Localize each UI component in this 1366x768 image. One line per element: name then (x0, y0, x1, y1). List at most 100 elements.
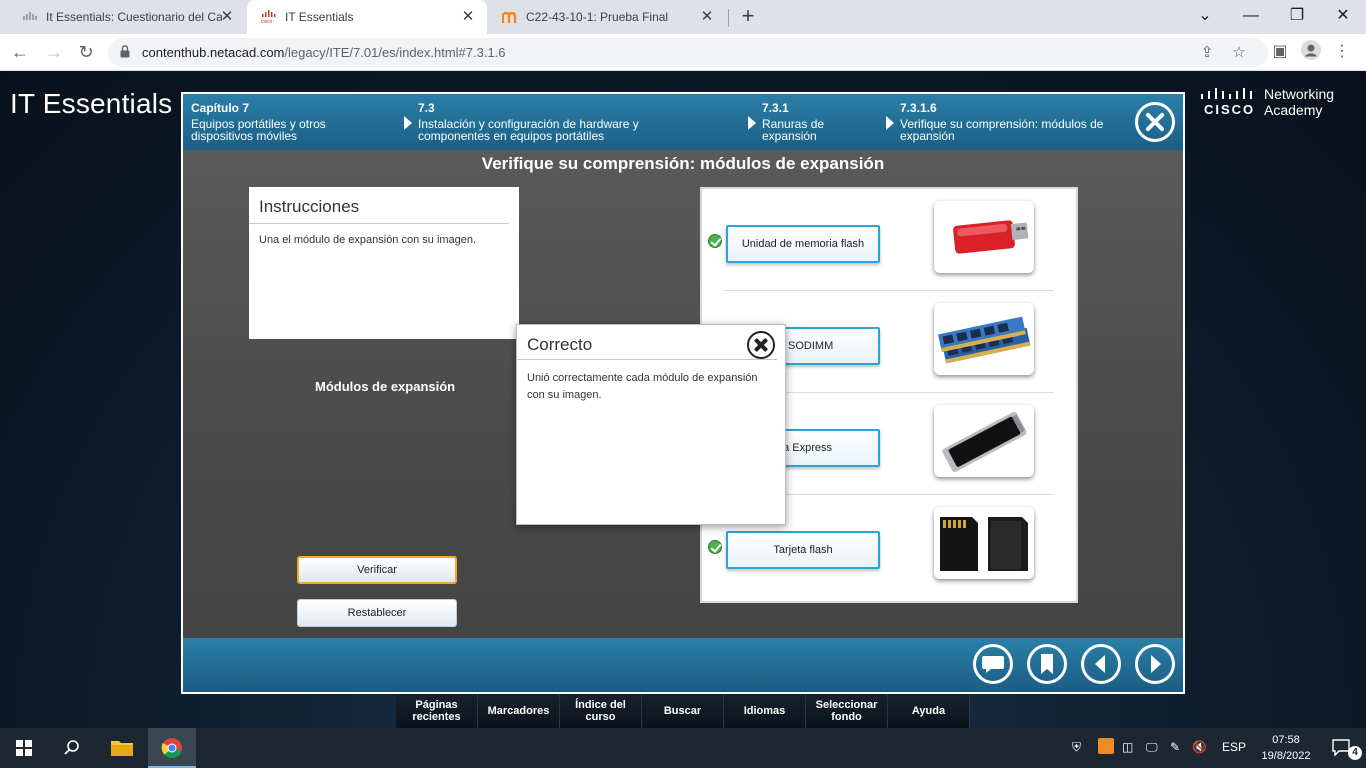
tab-prueba-final[interactable]: C22-43-10-1: Prueba Final ✕ (488, 0, 726, 34)
speech-bubble-icon (982, 656, 1004, 673)
nav-languages[interactable]: Idiomas (724, 694, 806, 728)
match-label[interactable]: Tarjeta flash (726, 531, 880, 569)
new-tab-button[interactable]: + (736, 5, 760, 29)
verify-button[interactable]: Verificar (297, 556, 457, 584)
close-icon[interactable]: ✕ (459, 8, 477, 26)
network-icon[interactable]: 🖵 (1146, 740, 1158, 755)
check-icon (708, 540, 722, 554)
file-explorer-button[interactable] (98, 728, 146, 768)
nav-bookmarks[interactable]: Marcadores (478, 694, 560, 728)
profile-avatar[interactable] (1299, 40, 1323, 64)
bookmark-star-icon[interactable]: ☆ (1228, 42, 1250, 64)
nav-help[interactable]: Ayuda (888, 694, 970, 728)
chrome-taskbar-button[interactable] (148, 728, 196, 768)
tab-search-icon[interactable]: ⌄ (1192, 5, 1218, 27)
restore-button[interactable]: ❐ (1284, 5, 1310, 27)
forward-button[interactable]: → (42, 40, 66, 64)
breadcrumb-num: 7.3 (418, 101, 435, 115)
side-panel-icon[interactable]: ▣ (1268, 40, 1292, 64)
activity-title: Verifique su comprensión: módulos de exp… (481, 154, 885, 173)
tab-cuestionario[interactable]: It Essentials: Cuestionario del Cap ✕ (8, 0, 246, 34)
nav-recent-pages[interactable]: Páginas recientes (396, 694, 478, 728)
sodimm-memory-image (934, 303, 1034, 375)
academy-name: Networking Academy (1264, 86, 1334, 118)
lock-icon (120, 45, 130, 58)
search-icon (64, 740, 79, 755)
minimize-button[interactable]: — (1238, 5, 1264, 27)
comment-button[interactable] (973, 644, 1013, 684)
nav-course-index[interactable]: Índice del curso (560, 694, 642, 728)
breadcrumb-chapter[interactable]: Capítulo 7 Equipos portátiles y otros di… (191, 102, 391, 142)
volume-muted-icon[interactable]: 🔇 (1192, 740, 1207, 754)
app-tray-icon[interactable] (1098, 738, 1114, 754)
bookmark-button[interactable] (1027, 644, 1067, 684)
menu-kebab-icon[interactable]: ⋮ (1330, 40, 1354, 64)
language-indicator[interactable]: ESP (1222, 740, 1246, 754)
course-frame: Capítulo 7 Equipos portátiles y otros di… (181, 92, 1185, 694)
start-button[interactable] (0, 728, 48, 768)
reload-button[interactable]: ↻ (74, 40, 98, 64)
window-close-button[interactable]: ✕ (1330, 5, 1356, 27)
close-course-button[interactable] (1135, 102, 1175, 142)
breadcrumb-text: Verifique su comprensión: módulos de exp… (900, 117, 1104, 143)
cisco-icon: cisco (261, 9, 277, 25)
close-icon[interactable]: ✕ (218, 8, 236, 26)
share-icon[interactable]: ⇪ (1196, 42, 1218, 64)
reset-button[interactable]: Restablecer (297, 599, 457, 627)
tab-title: It Essentials: Cuestionario del Cap (46, 10, 222, 24)
back-button[interactable]: ← (8, 40, 32, 64)
pen-icon[interactable]: ✎ (1170, 740, 1180, 754)
dialog-title: Correcto (517, 325, 777, 360)
page-background: IT Essentials CISCO Networking Academy C… (0, 72, 1366, 728)
clock-date: 19/8/2022 (1261, 750, 1311, 762)
breadcrumb-num: 7.3.1.6 (900, 101, 937, 115)
chevron-right-icon (886, 116, 894, 130)
breadcrumb: Capítulo 7 Equipos portátiles y otros di… (183, 94, 1183, 150)
url-path: /legacy/ITE/7.01/es/index.html#7.3.1.6 (284, 45, 506, 60)
breadcrumb-num: 7.3.1 (762, 101, 789, 115)
check-icon (708, 234, 722, 248)
bookmark-icon (1041, 654, 1053, 674)
course-footer-bar (183, 638, 1183, 692)
system-clock[interactable]: 07:58 19/8/2022 (1254, 732, 1318, 764)
folder-icon (111, 741, 133, 756)
notification-count-badge: 4 (1348, 746, 1362, 760)
browser-toolbar: ← → ↻ contenthub.netacad.com/legacy/ITE/… (0, 34, 1366, 71)
address-bar[interactable]: contenthub.netacad.com/legacy/ITE/7.01/e… (108, 38, 1268, 67)
arrow-left-icon (1095, 655, 1105, 673)
notifications-button[interactable]: 4 (1318, 728, 1366, 768)
search-button[interactable] (48, 728, 96, 768)
close-icon[interactable]: ✕ (698, 8, 716, 26)
breadcrumb-num: Capítulo 7 (191, 101, 250, 115)
netacad-icon (22, 9, 38, 25)
breadcrumb-text: Instalación y configuración de hardware … (418, 117, 639, 143)
academy-line1: Networking (1264, 86, 1335, 102)
camera-icon[interactable]: ◫ (1122, 740, 1133, 754)
security-icon[interactable]: ⛨ (1072, 740, 1081, 755)
tab-it-essentials[interactable]: cisco IT Essentials ✕ (247, 0, 487, 34)
nav-select-background[interactable]: Seleccionar fondo (806, 694, 888, 728)
breadcrumb-text: Equipos portátiles y otros dispositivos … (191, 117, 326, 143)
url-host: contenthub.netacad.com (142, 45, 285, 60)
previous-button[interactable] (1081, 644, 1121, 684)
arrow-right-icon (1151, 655, 1161, 673)
match-label[interactable]: Unidad de memoria flash (726, 225, 880, 263)
nav-search[interactable]: Buscar (642, 694, 724, 728)
dialog-close-button[interactable] (747, 331, 775, 359)
cisco-bars-icon (1201, 88, 1252, 99)
page-title: IT Essentials (10, 88, 173, 119)
dialog-message: Unió correctamente cada módulo de expans… (527, 372, 758, 401)
expresscard-image (934, 405, 1034, 477)
academy-line2: Academy (1264, 102, 1323, 118)
feedback-dialog: Correcto Unió correctamente cada módulo … (516, 324, 786, 525)
breadcrumb-topic[interactable]: 7.3.1 Ranuras de expansión (762, 102, 862, 142)
breadcrumb-section[interactable]: 7.3 Instalación y configuración de hardw… (418, 102, 678, 142)
svg-text:cisco: cisco (261, 19, 273, 24)
chrome-icon (161, 738, 182, 758)
breadcrumb-text: Ranuras de expansión (762, 117, 825, 143)
breadcrumb-page[interactable]: 7.3.1.6 Verifique su comprensión: módulo… (900, 102, 1110, 142)
instructions-text: Una el módulo de expansión con su imagen… (259, 234, 477, 246)
windows-taskbar: ⛨ ◫ 🖵 ✎ 🔇 ESP 07:58 19/8/2022 4 (0, 728, 1366, 768)
course-bottom-nav: Páginas recientes Marcadores Índice del … (396, 694, 970, 728)
next-button[interactable] (1135, 644, 1175, 684)
